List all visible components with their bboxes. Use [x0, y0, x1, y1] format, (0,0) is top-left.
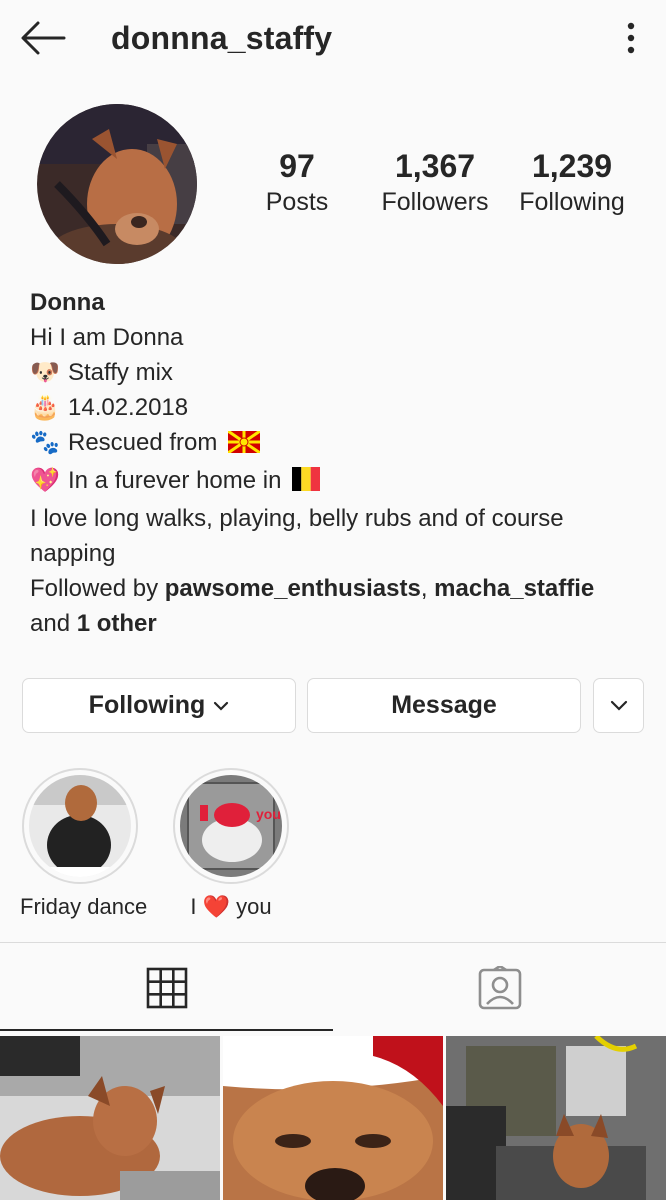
tab-grid[interactable]: [0, 943, 333, 1033]
back-arrow-icon[interactable]: [18, 18, 68, 58]
chevron-down-icon: [214, 701, 229, 711]
followed-by-prefix: Followed by: [30, 575, 159, 602]
highlight-caption: I ❤️ you: [171, 894, 291, 920]
birthday-cake-icon: 🎂: [30, 394, 60, 421]
bio-line: Hi I am Donna: [30, 324, 184, 351]
suggested-accounts-button[interactable]: [593, 678, 644, 733]
message-button-label: Message: [391, 691, 497, 719]
stat-followers[interactable]: 1,367 Followers: [355, 148, 515, 217]
followers-label: Followers: [381, 188, 489, 216]
svg-text:you: you: [256, 806, 281, 822]
more-vertical-icon[interactable]: [620, 18, 642, 58]
belgium-flag-icon: [292, 466, 321, 501]
bio-line: 🎂 14.02.2018: [30, 390, 640, 425]
following-label: Following: [519, 188, 625, 216]
bio-line: 🐾 Rescued from: [30, 425, 640, 463]
tagged-person-icon: [478, 966, 521, 1010]
highlight-ring: [22, 768, 138, 884]
posts-label: Posts: [265, 188, 329, 216]
followers-count: 1,367: [394, 148, 476, 184]
bio-line: 💖 In a furever home in: [30, 463, 640, 501]
grid-icon: [146, 967, 187, 1009]
highlight-i-love-you[interactable]: you I ❤️ you: [171, 768, 291, 920]
post-thumbnail[interactable]: [446, 1036, 666, 1200]
following-count: 1,239: [531, 148, 613, 184]
caption-text: I: [190, 894, 197, 919]
highlight-cover: [29, 775, 131, 877]
following-button-label: Following: [88, 691, 206, 719]
red-heart-icon: ❤️: [202, 894, 231, 919]
dog-face-icon: 🐶: [30, 359, 60, 386]
chevron-down-icon: [610, 700, 627, 711]
bio-line-text: 14.02.2018: [68, 394, 189, 421]
north-macedonia-flag-icon: [227, 428, 261, 463]
followed-user-link[interactable]: macha_staffie: [434, 575, 594, 602]
profile-display-name: Donna: [30, 289, 105, 316]
profile-bio: Donna Hi I am Donna 🐶 Staffy mix 🎂 14.02.2…: [30, 285, 640, 641]
following-button[interactable]: Following: [22, 678, 296, 733]
bio-line: 🐶 Staffy mix: [30, 355, 640, 390]
message-button[interactable]: Message: [307, 678, 581, 733]
bio-line-text: Rescued from: [68, 429, 218, 456]
and-text: and: [30, 610, 71, 637]
tab-tagged[interactable]: [333, 943, 666, 1033]
comma: ,: [420, 575, 428, 602]
followed-others-link[interactable]: 1 other: [77, 610, 157, 637]
highlight-friday-dance[interactable]: Friday dance: [20, 768, 148, 920]
sparkling-heart-icon: 💖: [30, 467, 60, 494]
active-tab-indicator: [0, 1029, 333, 1031]
highlight-ring: you: [173, 768, 289, 884]
profile-username: donnna_staffy: [111, 20, 333, 56]
stat-posts[interactable]: 97 Posts: [217, 148, 377, 217]
post-thumbnail[interactable]: [223, 1036, 443, 1200]
bio-line-text: Staffy mix: [68, 359, 173, 386]
bio-line: I love long walks, playing, belly rubs a…: [30, 505, 564, 567]
caption-text: you: [236, 894, 272, 919]
post-thumbnail[interactable]: [0, 1036, 220, 1200]
paw-prints-icon: 🐾: [30, 429, 60, 456]
stat-following[interactable]: 1,239 Following: [492, 148, 652, 217]
profile-avatar[interactable]: [37, 104, 197, 264]
followed-by: Followed by pawsome_enthusiasts, macha_s…: [30, 571, 640, 641]
posts-count: 97: [279, 148, 315, 184]
highlight-cover: you: [180, 775, 282, 877]
bio-line-text: In a furever home in: [68, 467, 282, 494]
highlight-caption: Friday dance: [20, 894, 148, 919]
top-bar: donnna_staffy: [0, 0, 666, 78]
followed-user-link[interactable]: pawsome_enthusiasts: [165, 575, 421, 602]
